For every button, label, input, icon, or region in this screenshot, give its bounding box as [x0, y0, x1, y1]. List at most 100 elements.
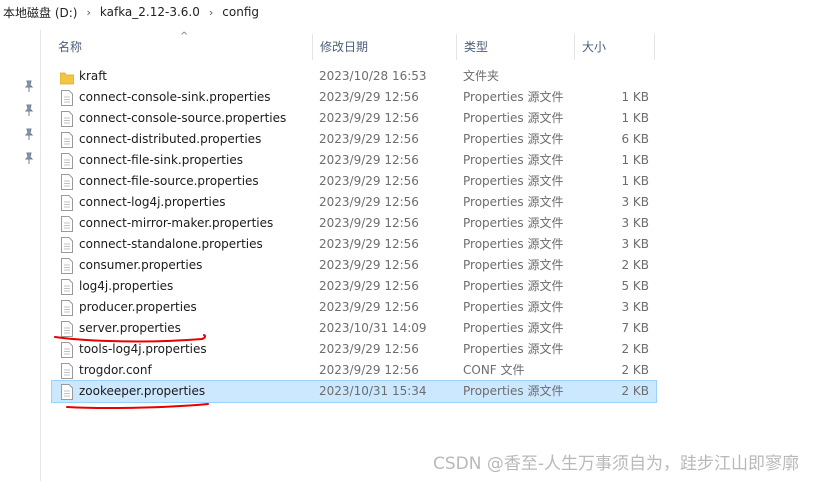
file-type: Properties 源文件: [463, 258, 564, 272]
chevron-right-icon[interactable]: ›: [203, 6, 219, 19]
file-list: kraft 2023/10/28 16:53 文件夹 connect-conso…: [51, 66, 657, 403]
pin-icon: [24, 104, 34, 116]
file-type: Properties 源文件: [463, 111, 564, 125]
file-type: Properties 源文件: [463, 321, 564, 335]
file-icon: [61, 111, 73, 127]
column-header: ^ 名称 修改日期 类型 大小: [50, 32, 656, 62]
file-date: 2023/10/31 14:09: [319, 321, 427, 335]
file-type: Properties 源文件: [463, 342, 564, 356]
file-name: connect-file-sink.properties: [79, 153, 243, 167]
file-type: Properties 源文件: [463, 237, 564, 251]
file-date: 2023/9/29 12:56: [319, 300, 419, 314]
file-size: 5 KB: [621, 279, 649, 293]
file-name: connect-file-source.properties: [79, 174, 259, 188]
list-item-selected[interactable]: zookeeper.properties 2023/10/31 15:34 Pr…: [51, 380, 657, 403]
file-icon: [61, 258, 73, 274]
file-name: consumer.properties: [79, 258, 203, 272]
file-size: 3 KB: [621, 216, 649, 230]
file-date: 2023/10/28 16:53: [319, 69, 427, 83]
file-name: trogdor.conf: [79, 363, 152, 377]
file-icon: [61, 174, 73, 190]
pin-icon: [24, 152, 34, 164]
column-date[interactable]: 修改日期: [312, 32, 456, 62]
file-size: 7 KB: [621, 321, 649, 335]
column-size[interactable]: 大小: [574, 32, 654, 62]
list-item[interactable]: connect-console-source.properties 2023/9…: [52, 108, 656, 129]
file-date: 2023/9/29 12:56: [319, 237, 419, 251]
file-type: Properties 源文件: [463, 195, 564, 209]
file-date: 2023/9/29 12:56: [319, 90, 419, 104]
file-icon: [61, 363, 73, 379]
file-date: 2023/10/31 15:34: [319, 384, 427, 398]
file-type: 文件夹: [463, 69, 500, 83]
file-type: Properties 源文件: [463, 132, 564, 146]
file-icon: [61, 132, 73, 148]
file-name: connect-console-source.properties: [79, 111, 287, 125]
list-item[interactable]: trogdor.conf 2023/9/29 12:56 CONF 文件 2 K…: [52, 360, 656, 381]
list-item[interactable]: log4j.properties 2023/9/29 12:56 Propert…: [52, 276, 656, 297]
pin-icon: [24, 128, 34, 140]
file-date: 2023/9/29 12:56: [319, 195, 419, 209]
file-icon: [61, 153, 73, 169]
list-item[interactable]: connect-standalone.properties 2023/9/29 …: [52, 234, 656, 255]
file-name: connect-console-sink.properties: [79, 90, 271, 104]
watermark: CSDN @香至-人生万事须自为，跬步江山即寥廓: [432, 454, 799, 474]
file-name: kraft: [79, 69, 107, 83]
nav-pane-divider[interactable]: [40, 30, 41, 481]
pin-icon: [24, 80, 34, 92]
file-name: zookeeper.properties: [79, 384, 206, 398]
file-date: 2023/9/29 12:56: [319, 132, 419, 146]
list-item[interactable]: connect-log4j.properties 2023/9/29 12:56…: [52, 192, 656, 213]
file-size: 1 KB: [621, 90, 649, 104]
file-size: 3 KB: [621, 237, 649, 251]
file-name: connect-standalone.properties: [79, 237, 263, 251]
breadcrumb-config[interactable]: config: [219, 5, 262, 19]
column-separator[interactable]: [654, 34, 655, 60]
list-item[interactable]: connect-console-sink.properties 2023/9/2…: [52, 87, 656, 108]
file-type: Properties 源文件: [463, 216, 564, 230]
file-size: 1 KB: [621, 174, 649, 188]
file-date: 2023/9/29 12:56: [319, 258, 419, 272]
file-size: 6 KB: [621, 132, 649, 146]
annotation-underline-zookeeper: [66, 403, 209, 409]
file-icon: [61, 90, 73, 106]
column-name[interactable]: 名称: [50, 32, 312, 62]
file-date: 2023/9/29 12:56: [319, 342, 419, 356]
file-name: connect-log4j.properties: [79, 195, 226, 209]
file-type: Properties 源文件: [463, 90, 564, 104]
file-icon: [61, 300, 73, 316]
file-date: 2023/9/29 12:56: [319, 174, 419, 188]
file-icon: [61, 279, 73, 295]
file-date: 2023/9/29 12:56: [319, 153, 419, 167]
list-item[interactable]: connect-mirror-maker.properties 2023/9/2…: [52, 213, 656, 234]
file-type: Properties 源文件: [463, 279, 564, 293]
list-item[interactable]: consumer.properties 2023/9/29 12:56 Prop…: [52, 255, 656, 276]
annotation-underline-server: [54, 334, 207, 343]
column-type[interactable]: 类型: [456, 32, 574, 62]
list-item[interactable]: connect-distributed.properties 2023/9/29…: [52, 129, 656, 150]
file-name: producer.properties: [79, 300, 197, 314]
file-size: 2 KB: [621, 384, 649, 398]
breadcrumb-drive[interactable]: 本地磁盘 (D:): [0, 4, 80, 21]
file-name: connect-mirror-maker.properties: [79, 216, 274, 230]
file-type: Properties 源文件: [463, 174, 564, 188]
file-type: Properties 源文件: [463, 153, 564, 167]
file-name: connect-distributed.properties: [79, 132, 262, 146]
file-size: 2 KB: [621, 363, 649, 377]
file-size: 1 KB: [621, 153, 649, 167]
file-date: 2023/9/29 12:56: [319, 279, 419, 293]
file-size: 2 KB: [621, 342, 649, 356]
file-size: 1 KB: [621, 111, 649, 125]
breadcrumb-kafka[interactable]: kafka_2.12-3.6.0: [97, 5, 203, 19]
file-size: 3 KB: [621, 300, 649, 314]
file-type: CONF 文件: [463, 363, 525, 377]
file-icon: [61, 384, 73, 400]
chevron-right-icon[interactable]: ›: [80, 6, 96, 19]
list-item[interactable]: connect-file-sink.properties 2023/9/29 1…: [52, 150, 656, 171]
list-item[interactable]: producer.properties 2023/9/29 12:56 Prop…: [52, 297, 656, 318]
list-item[interactable]: connect-file-source.properties 2023/9/29…: [52, 171, 656, 192]
list-item[interactable]: kraft 2023/10/28 16:53 文件夹: [52, 66, 656, 87]
file-icon: [61, 216, 73, 232]
file-icon: [61, 237, 73, 253]
file-date: 2023/9/29 12:56: [319, 363, 419, 377]
